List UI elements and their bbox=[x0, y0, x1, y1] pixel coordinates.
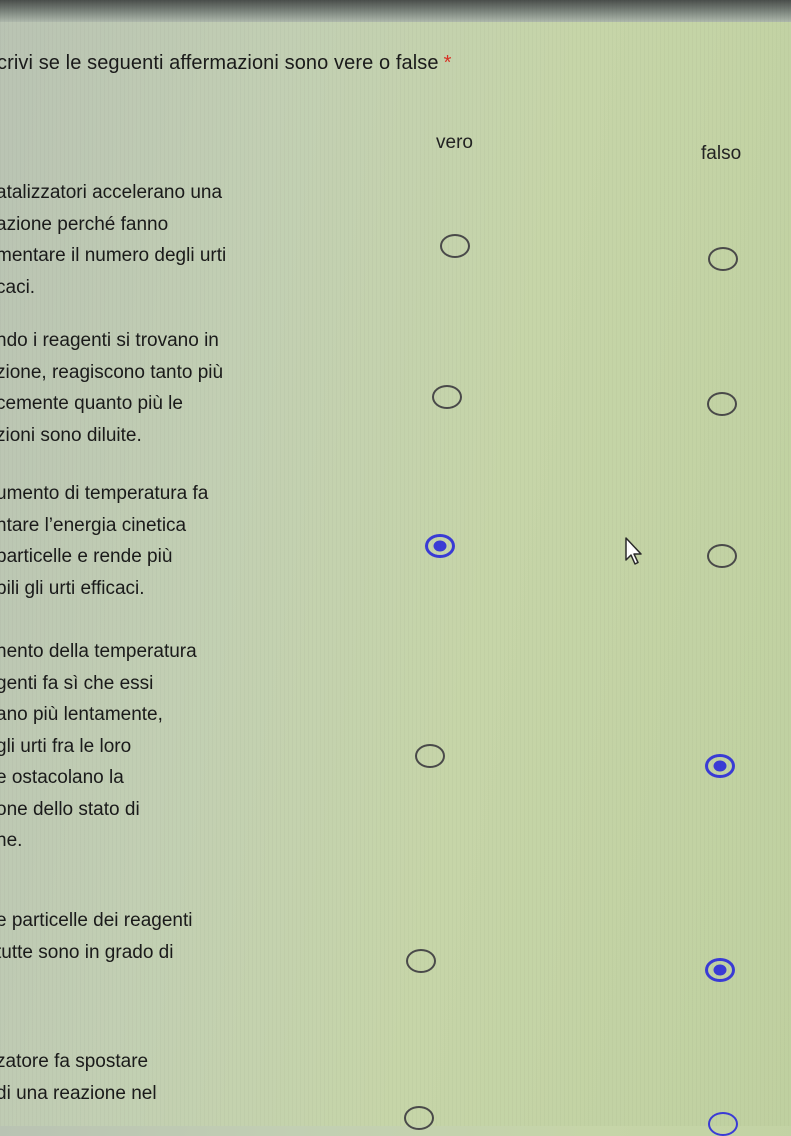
statement-line: ne. bbox=[0, 830, 23, 851]
radio-row6-vero[interactable] bbox=[404, 1106, 434, 1130]
statement-line: particelle e rende più bbox=[0, 546, 173, 567]
statement-line: tutte sono in grado di bbox=[0, 941, 174, 963]
statement-1: atalizzatori accelerano una azione perch… bbox=[0, 177, 226, 303]
statement-line: mentare il numero degli urti bbox=[0, 245, 227, 266]
statement-4: nento della temperatura genti fa sì che … bbox=[0, 636, 197, 857]
mouse-cursor-icon bbox=[625, 537, 642, 565]
question-title: crivi se le seguenti affermazioni sono v… bbox=[0, 52, 452, 75]
radio-row6-falso[interactable] bbox=[708, 1112, 738, 1136]
required-asterisk: * bbox=[443, 52, 452, 74]
statement-line: zatore fa spostare bbox=[0, 1051, 149, 1072]
statement-line: umento di temperatura fa bbox=[0, 483, 209, 504]
statement-6: zatore fa spostare di una reazione nel bbox=[0, 1046, 157, 1109]
column-header-vero: vero bbox=[436, 132, 473, 153]
statement-line: ntare l’energia cinetica bbox=[0, 514, 187, 536]
statement-line: ndo i reagenti si trovano in bbox=[0, 330, 219, 351]
radio-row3-falso[interactable] bbox=[707, 544, 737, 568]
radio-row5-falso[interactable] bbox=[705, 958, 735, 982]
statement-line: di una reazione nel bbox=[0, 1082, 157, 1104]
column-header-falso: falso bbox=[701, 143, 742, 164]
statement-line: bili gli urti efficaci. bbox=[0, 577, 145, 599]
statement-line: atalizzatori accelerano una bbox=[0, 182, 223, 203]
radio-row1-vero[interactable] bbox=[440, 234, 470, 258]
statement-line: zione, reagiscono tanto più bbox=[0, 361, 224, 383]
statement-line: zioni sono diluite. bbox=[0, 424, 142, 446]
statement-2: ndo i reagenti si trovano in zione, reag… bbox=[0, 325, 223, 451]
screen-top-edge bbox=[0, 0, 791, 22]
statement-3: umento di temperatura fa ntare l’energia… bbox=[0, 478, 208, 604]
statement-line: e particelle dei reagenti bbox=[0, 910, 193, 931]
statement-line: cemente quanto più le bbox=[0, 393, 183, 414]
radio-row2-vero[interactable] bbox=[432, 385, 462, 409]
radio-row4-vero[interactable] bbox=[415, 744, 445, 768]
statement-line: nento della temperatura bbox=[0, 641, 197, 662]
statement-line: one dello stato di bbox=[0, 798, 140, 820]
statement-5: e particelle dei reagenti tutte sono in … bbox=[0, 905, 192, 968]
statement-line: e ostacolano la bbox=[0, 767, 124, 788]
radio-row3-vero[interactable] bbox=[425, 534, 455, 558]
statement-line: genti fa sì che essi bbox=[0, 672, 154, 694]
radio-row5-vero[interactable] bbox=[406, 949, 436, 973]
radio-row4-falso[interactable] bbox=[705, 754, 735, 778]
statement-line: caci. bbox=[0, 276, 36, 298]
statement-line: ano più lentamente, bbox=[0, 704, 163, 725]
statement-line: azione perché fanno bbox=[0, 213, 169, 235]
radio-row1-falso[interactable] bbox=[708, 247, 738, 271]
radio-row2-falso[interactable] bbox=[707, 392, 737, 416]
statement-line: gli urti fra le loro bbox=[0, 735, 132, 757]
question-text: crivi se le seguenti affermazioni sono v… bbox=[0, 52, 439, 74]
